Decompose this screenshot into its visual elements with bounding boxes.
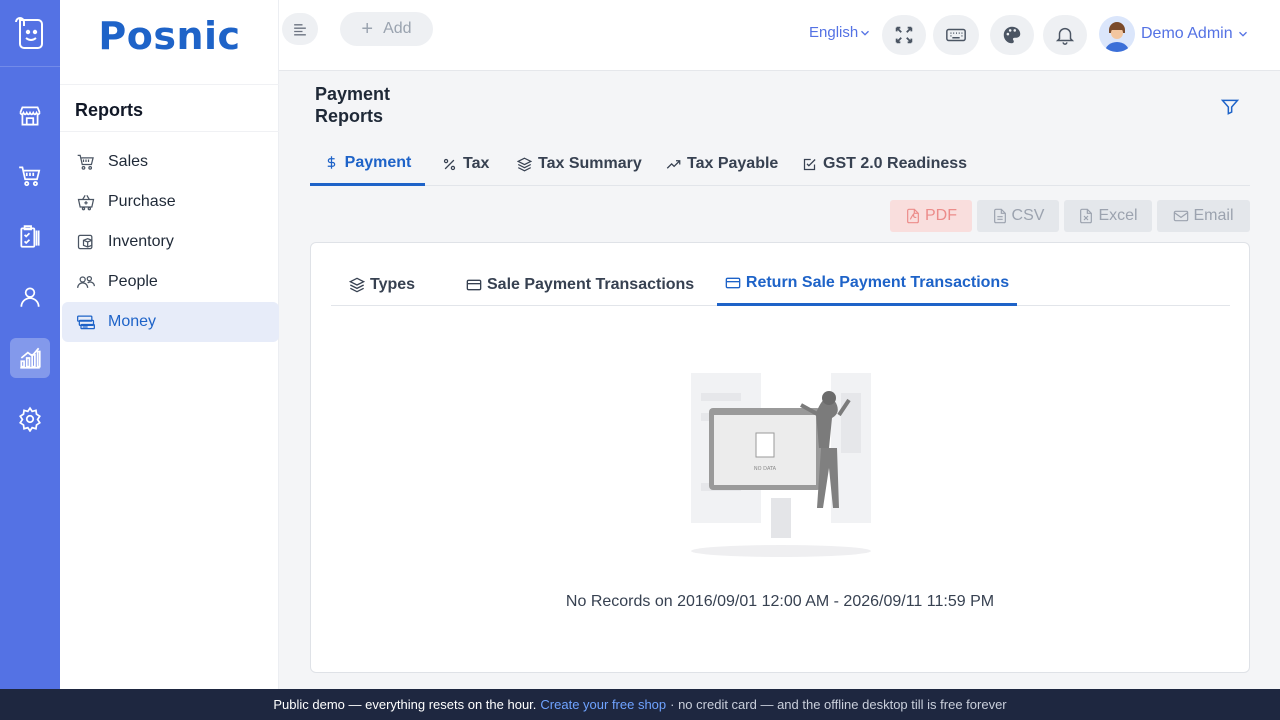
report-card: Types Sale Payment Transactions Return S… [310, 242, 1250, 673]
language-selector[interactable]: English [809, 24, 872, 41]
export-label: Email [1193, 207, 1234, 224]
pdf-file-icon [907, 208, 919, 224]
excel-file-icon [1080, 208, 1093, 224]
tab-gst-readiness[interactable]: GST 2.0 Readiness [802, 142, 967, 186]
theme-button[interactable] [990, 15, 1034, 55]
money-icon [77, 315, 95, 330]
sidebar-item-people[interactable]: People [62, 262, 279, 302]
sidebar-item-label: Purchase [108, 193, 176, 210]
tab-label: Tax [463, 155, 490, 172]
keyboard-shortcuts-button[interactable] [933, 15, 979, 55]
cart-icon[interactable] [10, 156, 50, 196]
no-data-illustration: NO DATA [681, 373, 881, 563]
sidebar-item-label: Money [108, 313, 157, 330]
notifications-button[interactable] [1043, 15, 1087, 55]
fullscreen-icon [895, 26, 913, 44]
app-logo-icon[interactable] [10, 12, 50, 52]
sidebar-item-money[interactable]: Money [62, 302, 279, 342]
brand-logo[interactable]: Posnic [60, 14, 279, 58]
layers-icon [349, 277, 365, 292]
tab-payment[interactable]: Payment [310, 142, 425, 186]
subtab-types[interactable]: Types [349, 263, 415, 306]
sidebar-item-label: People [108, 273, 158, 290]
sidebar-item-label: Sales [108, 153, 149, 170]
checkbox-icon [803, 158, 816, 170]
tab-label: Tax Payable [687, 155, 779, 172]
card-icon [466, 279, 482, 290]
banner-lead: Public demo — everything resets on the h… [273, 697, 537, 712]
illustration-no-data-label: NO DATA [754, 466, 777, 472]
tab-tax-payable[interactable]: Tax Payable [666, 142, 778, 186]
subtab-label: Return Sale Payment Transactions [745, 274, 1010, 291]
keyboard-icon [946, 28, 966, 42]
tab-label: Tax Summary [538, 155, 642, 172]
fullscreen-button[interactable] [882, 15, 926, 55]
align-left-icon [294, 24, 306, 36]
rail-divider [0, 66, 60, 67]
sidebar-item-sales[interactable]: Sales [62, 142, 279, 182]
sidebar-item-purchase[interactable]: Purchase [62, 182, 279, 222]
mail-icon [1174, 210, 1189, 222]
dollar-icon [327, 156, 335, 169]
layers-icon [517, 157, 532, 171]
export-label: PDF [925, 207, 957, 224]
menu-toggle-button[interactable] [282, 13, 318, 45]
demo-banner: Public demo — everything resets on the h… [0, 689, 1280, 720]
export-pdf-button[interactable]: PDF [890, 200, 972, 232]
sidebar-item-label: Inventory [108, 233, 174, 250]
language-label: English [809, 24, 859, 41]
plus-icon: + [361, 17, 374, 40]
report-tabs: Payment Tax Tax Summary Tax Payable GST … [310, 142, 1250, 186]
export-label: CSV [1011, 207, 1045, 224]
card-icon [725, 277, 741, 289]
avatar [1099, 16, 1135, 52]
top-bar: + Add English Demo Admin [279, 0, 1280, 71]
secondary-sidebar: Posnic Reports Sales Purchase Inventory … [60, 0, 279, 689]
add-button-label: Add [383, 20, 412, 37]
page-title: Payment Reports [315, 84, 391, 126]
subtab-sale-payment-transactions[interactable]: Sale Payment Transactions [466, 263, 694, 306]
sidebar-divider [60, 131, 279, 132]
user-icon[interactable] [10, 277, 50, 317]
tab-label: Payment [344, 153, 412, 171]
trend-icon [666, 159, 681, 169]
export-csv-button[interactable]: CSV [977, 200, 1059, 232]
store-icon[interactable] [10, 96, 50, 136]
box-icon [77, 234, 93, 250]
filter-icon[interactable] [1220, 97, 1240, 117]
empty-state-message: No Records on 2016/09/01 12:00 AM - 2026… [565, 593, 995, 610]
subtab-return-sale-payment-transactions[interactable]: Return Sale Payment Transactions [717, 263, 1017, 306]
user-menu[interactable]: Demo Admin [1099, 16, 1250, 52]
clipboard-icon[interactable] [10, 217, 50, 257]
tab-tax-summary[interactable]: Tax Summary [517, 142, 642, 186]
chevron-down-icon [1238, 31, 1247, 37]
create-shop-link[interactable]: Create your free shop [540, 697, 666, 712]
icon-rail [0, 0, 60, 689]
tab-label: GST 2.0 Readiness [823, 155, 968, 172]
file-text-icon [993, 208, 1006, 224]
export-label: Excel [1098, 207, 1138, 224]
add-button[interactable]: + Add [340, 12, 433, 46]
user-name: Demo Admin [1141, 25, 1233, 42]
chevron-down-icon [861, 30, 870, 36]
subtab-label: Sale Payment Transactions [487, 275, 695, 293]
payment-subtabs: Types Sale Payment Transactions Return S… [331, 263, 1230, 306]
export-excel-button[interactable]: Excel [1064, 200, 1152, 232]
tab-tax[interactable]: Tax [442, 142, 489, 186]
sidebar-title: Reports [75, 100, 144, 120]
palette-icon [1003, 26, 1021, 44]
banner-tail: · no credit card — and the offline deskt… [670, 697, 1007, 712]
basket-icon [77, 195, 95, 211]
settings-gear-icon[interactable] [10, 399, 50, 439]
sidebar-divider [60, 84, 279, 85]
reports-chart-icon[interactable] [10, 338, 50, 378]
percent-icon [443, 158, 456, 170]
sidebar-item-inventory[interactable]: Inventory [62, 222, 279, 262]
cart-icon [77, 154, 94, 170]
subtab-label: Types [370, 275, 416, 293]
bell-icon [1055, 27, 1075, 45]
people-icon [77, 275, 95, 288]
export-email-button[interactable]: Email [1157, 200, 1250, 232]
